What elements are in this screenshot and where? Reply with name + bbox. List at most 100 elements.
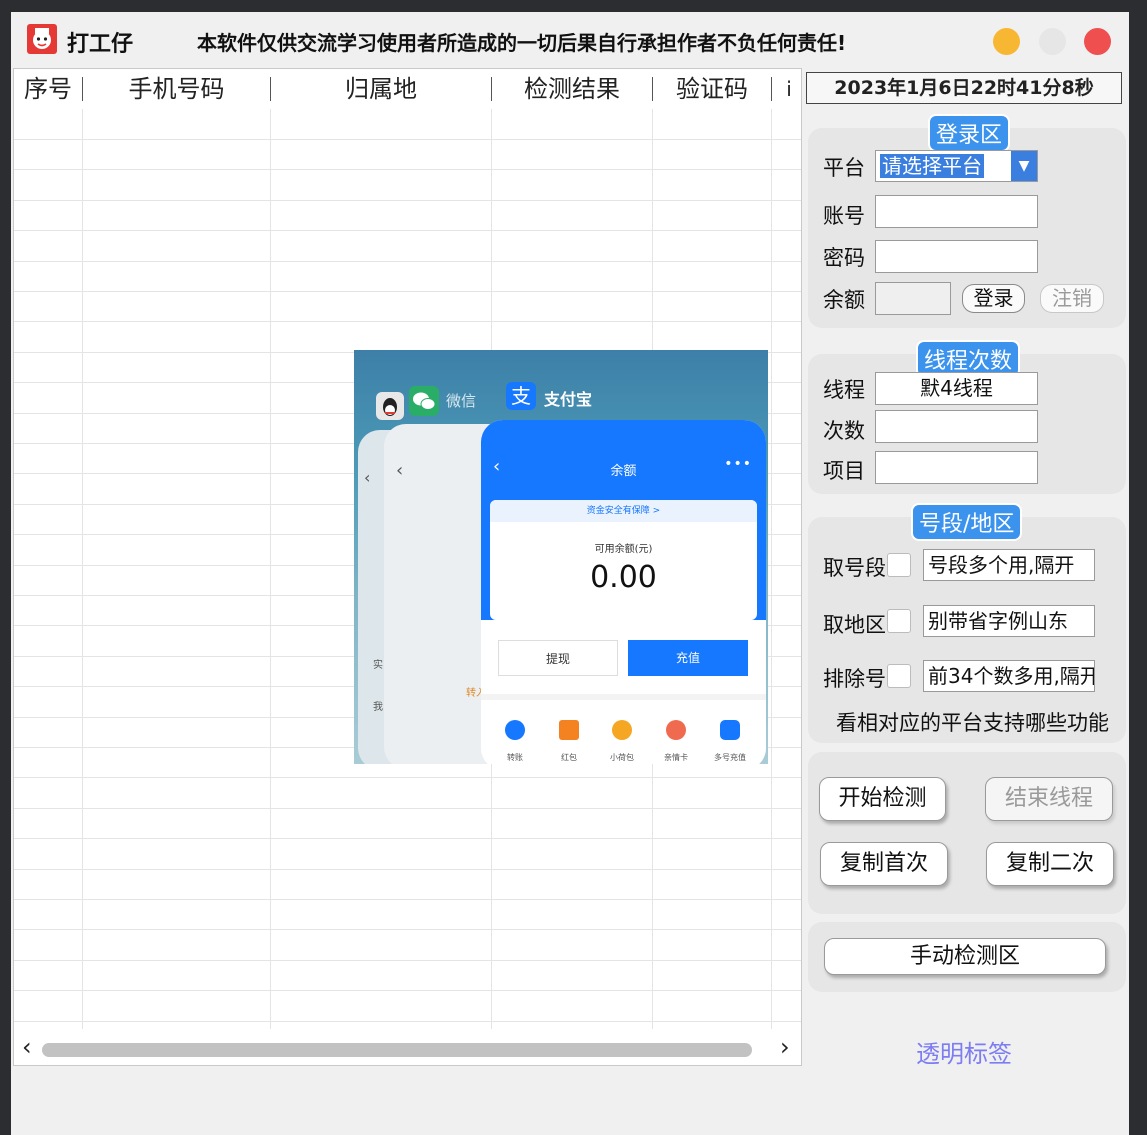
thread-label: 线程 — [823, 378, 865, 402]
minimize-button[interactable] — [993, 28, 1020, 55]
grid-row-line — [14, 291, 801, 292]
grid-row-line — [14, 169, 801, 170]
grid-row-line — [14, 899, 801, 900]
balance-label: 余额 — [823, 288, 865, 312]
region-label: 取地区 — [823, 613, 886, 637]
balance-panel: 资金安全有保障 > 可用余额(元) 0.00 — [490, 500, 757, 620]
platform-select-value: 请选择平台 — [880, 154, 984, 178]
icon-label: 多号充值 — [714, 753, 746, 762]
scrollbar-thumb[interactable] — [42, 1043, 752, 1057]
start-check-button[interactable]: 开始检测 — [819, 777, 946, 821]
divider — [481, 694, 766, 700]
scroll-left-icon[interactable]: ‹ — [22, 1033, 32, 1061]
grid-row-line — [14, 808, 801, 809]
transfer-icon — [505, 720, 525, 740]
red-packet-icon — [559, 720, 579, 740]
grid-column-line — [771, 109, 772, 1029]
account-input[interactable] — [875, 195, 1038, 228]
alipay-label: 支付宝 — [544, 390, 593, 409]
copy-first-button[interactable]: 复制首次 — [820, 842, 948, 886]
back-arrow-icon: ‹ — [396, 460, 404, 481]
count-input[interactable] — [875, 410, 1038, 443]
alipay-icon: 支 — [506, 382, 536, 410]
count-label: 次数 — [823, 419, 865, 443]
table-header: 序号 手机号码 归属地 检测结果 验证码 i — [14, 69, 801, 109]
side-text: 实 — [373, 660, 383, 671]
grid-column-line — [82, 109, 83, 1029]
datetime-display: 2023年1月6日22时41分8秒 — [806, 72, 1122, 104]
login-button[interactable]: 登录 — [962, 284, 1025, 313]
region-checkbox[interactable] — [887, 609, 911, 633]
scroll-right-icon[interactable]: › — [780, 1033, 790, 1061]
topup-button: 充值 — [628, 640, 748, 676]
family-card-icon — [666, 720, 686, 740]
title-bar[interactable]: 打工仔 本软件仅供交流学习使用者所造成的一切后果自行承担作者不负任何责任! — [11, 12, 1129, 68]
platform-label: 平台 — [823, 156, 865, 180]
logout-button[interactable]: 注销 — [1040, 284, 1104, 313]
password-input[interactable] — [875, 240, 1038, 273]
grid-row-line — [14, 321, 801, 322]
icon-label: 转账 — [507, 753, 523, 762]
exclude-input[interactable]: 前34个数多用,隔开 — [923, 660, 1095, 692]
project-label: 项目 — [823, 459, 865, 483]
phone-screenshot-overlay: 微信 支 支付宝 ‹ 实 我 ‹ 转入 ‹ 余额 ••• 资金安全有保障 > 可… — [354, 350, 768, 764]
balance-field — [875, 282, 951, 315]
horizontal-scrollbar[interactable]: ‹ › — [14, 1029, 801, 1065]
password-label: 密码 — [823, 246, 865, 270]
back-arrow-icon: ‹ — [364, 468, 371, 487]
column-divider[interactable] — [771, 77, 772, 101]
column-header-extra[interactable]: i — [774, 69, 801, 109]
wechat-label: 微信 — [446, 392, 477, 410]
thread-input[interactable]: 默4线程 — [875, 372, 1038, 405]
side-text: 我 — [373, 702, 383, 713]
grid-row-line — [14, 838, 801, 839]
column-header-result[interactable]: 检测结果 — [492, 69, 652, 109]
copy-second-button[interactable]: 复制二次 — [986, 842, 1114, 886]
prefix-input[interactable]: 号段多个用,隔开 — [923, 549, 1095, 581]
grid-row-line — [14, 960, 801, 961]
grid-row-line — [14, 139, 801, 140]
qq-icon — [376, 392, 404, 420]
chevron-down-icon[interactable]: ▼ — [1011, 151, 1037, 181]
project-input[interactable] — [875, 451, 1038, 484]
grid-row-line — [14, 869, 801, 870]
small-purse-icon — [612, 720, 632, 740]
alipay-balance-card: ‹ 余额 ••• 资金安全有保障 > 可用余额(元) 0.00 提现 充值 转账… — [481, 420, 766, 764]
app-logo-icon — [27, 24, 57, 54]
available-balance-label: 可用余额(元) — [594, 544, 653, 555]
icon-label: 红包 — [561, 753, 577, 762]
grid-row-line — [14, 929, 801, 930]
column-header-code[interactable]: 验证码 — [653, 69, 771, 109]
withdraw-button: 提现 — [498, 640, 618, 676]
maximize-button[interactable] — [1039, 28, 1066, 55]
platform-hint: 看相对应的平台支持哪些功能 — [836, 711, 1109, 735]
grid-row-line — [14, 777, 801, 778]
svg-text:支: 支 — [511, 384, 531, 408]
grid-row-line — [14, 200, 801, 201]
more-icon: ••• — [724, 456, 752, 472]
disclaimer-text: 本软件仅供交流学习使用者所造成的一切后果自行承担作者不负任何责任! — [197, 31, 847, 55]
safety-banner: 资金安全有保障 > — [490, 500, 757, 522]
prefix-label: 取号段 — [823, 556, 886, 580]
balance-amount: 0.00 — [590, 560, 657, 595]
close-button[interactable] — [1084, 28, 1111, 55]
platform-select[interactable]: 请选择平台 ▼ — [875, 150, 1038, 182]
exclude-checkbox[interactable] — [887, 664, 911, 688]
multi-topup-icon — [720, 720, 740, 740]
login-group-title: 登录区 — [928, 114, 1011, 152]
icon-label: 小荷包 — [610, 753, 634, 762]
manual-check-button[interactable]: 手动检测区 — [824, 938, 1106, 975]
prefix-checkbox[interactable] — [887, 553, 911, 577]
grid-row-line — [14, 261, 801, 262]
column-header-phone[interactable]: 手机号码 — [83, 69, 270, 109]
window-title: 打工仔 — [67, 32, 134, 57]
column-header-index[interactable]: 序号 — [14, 69, 82, 109]
region-input[interactable]: 别带省字例山东 — [923, 605, 1095, 637]
stop-threads-button[interactable]: 结束线程 — [985, 777, 1113, 821]
column-header-location[interactable]: 归属地 — [271, 69, 491, 109]
wechat-icon — [409, 386, 439, 416]
transparent-label-link[interactable]: 透明标签 — [916, 1034, 1012, 1069]
grid-row-line — [14, 990, 801, 991]
exclude-label: 排除号 — [823, 667, 886, 691]
segment-group-title: 号段/地区 — [911, 503, 1023, 541]
